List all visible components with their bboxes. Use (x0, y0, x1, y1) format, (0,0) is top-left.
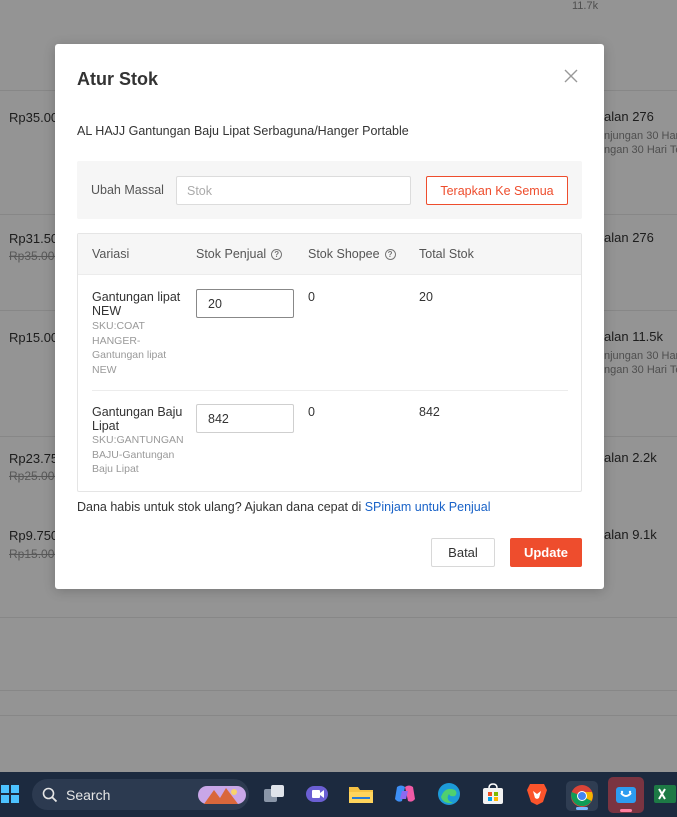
chrome-icon[interactable] (566, 781, 598, 811)
teams-icon[interactable] (304, 781, 330, 807)
header-variasi: Variasi (92, 247, 130, 261)
header-stok-shopee: Stok Shopee ? (308, 247, 396, 261)
mass-update-panel: Ubah Massal Terapkan Ke Semua (77, 161, 582, 219)
variant-sku: SKU:COAT HANGER-Gantungan lipat NEW (92, 320, 167, 376)
spinjam-link[interactable]: SPinjam untuk Penjual (365, 500, 491, 514)
search-label: Search (66, 786, 111, 803)
update-button[interactable]: Update (510, 538, 582, 567)
modal-title: Atur Stok (77, 69, 158, 89)
close-icon[interactable] (561, 66, 581, 86)
shopee-stock: 0 (308, 290, 315, 304)
active-indicator (576, 807, 588, 810)
mail-icon[interactable] (608, 777, 644, 813)
active-indicator (620, 809, 632, 812)
store-icon[interactable] (480, 781, 506, 807)
search-highlight-icon (198, 786, 246, 804)
search-icon (42, 787, 58, 802)
mass-stock-input[interactable] (176, 176, 411, 205)
seller-stock-input[interactable] (196, 404, 294, 433)
excel-icon[interactable] (654, 781, 676, 807)
file-explorer-icon[interactable] (348, 781, 374, 807)
stock-modal: Atur Stok AL HAJJ Gantungan Baju Lipat S… (55, 44, 604, 589)
variant-stock-table: Variasi Stok Penjual ? Stok Shopee ? Tot… (77, 233, 582, 492)
edge-icon[interactable] (436, 781, 462, 807)
total-stock: 842 (419, 405, 440, 419)
table-header: Variasi Stok Penjual ? Stok Shopee ? Tot… (78, 234, 581, 275)
header-total-stok: Total Stok (419, 247, 474, 261)
start-icon[interactable] (0, 781, 20, 807)
total-stock: 20 (419, 290, 433, 304)
table-row: Gantungan lipat NEW SKU:COAT HANGER-Gant… (78, 275, 581, 391)
task-view-icon[interactable] (261, 781, 287, 807)
variant-sku: SKU:GANTUNGAN BAJU-Gantungan Baju Lipat (92, 434, 184, 475)
taskbar-search[interactable]: Search (32, 779, 249, 810)
mass-update-label: Ubah Massal (91, 183, 164, 197)
apply-to-all-button[interactable]: Terapkan Ke Semua (426, 176, 568, 205)
header-stok-penjual: Stok Penjual ? (196, 247, 283, 261)
shopee-stock: 0 (308, 405, 315, 419)
brave-icon[interactable] (524, 781, 550, 807)
copilot-icon[interactable] (392, 781, 418, 807)
cancel-button[interactable]: Batal (431, 538, 495, 567)
product-name: AL HAJJ Gantungan Baju Lipat Serbaguna/H… (77, 124, 409, 138)
question-circle-icon[interactable]: ? (271, 248, 283, 260)
question-circle-icon[interactable]: ? (384, 248, 396, 260)
seller-stock-input[interactable] (196, 289, 294, 318)
taskbar: Search (0, 772, 677, 817)
loan-prompt: Dana habis untuk stok ulang? Ajukan dana… (77, 500, 491, 514)
table-row: Gantungan Baju Lipat SKU:GANTUNGAN BAJU-… (78, 391, 581, 491)
variant-name: Gantungan Baju Lipat (92, 405, 183, 433)
variant-name: Gantungan lipat NEW (92, 290, 181, 318)
